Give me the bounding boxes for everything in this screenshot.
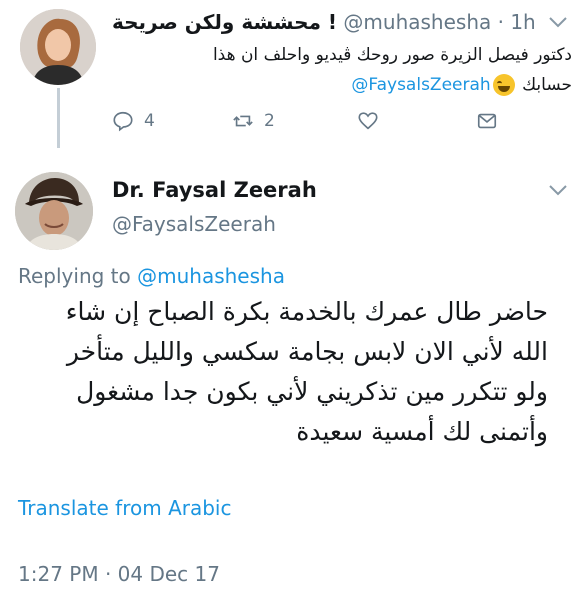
retweet-icon [233, 115, 253, 127]
main-text-line: وأتمنى لك أمسية سعيدة [296, 417, 548, 446]
man-portrait-icon [15, 172, 93, 250]
chevron-down-icon[interactable] [548, 180, 568, 201]
parent-text-line: حسابك @FaysalsZeerah [112, 70, 572, 100]
main-text-line: حاضر طال عمرك بالخدمة بكرة الصباح إن شاء [65, 297, 548, 326]
replying-mention-link[interactable]: @muhashesha [137, 264, 285, 288]
replying-prefix: Replying to [18, 264, 131, 288]
parent-text-word: حسابك [522, 75, 572, 95]
parent-handle[interactable]: @muhashesha [343, 10, 491, 34]
parent-action-bar: 4 2 [112, 110, 512, 138]
main-text-line: الله لأني الان لابس بجامة سكسي والليل مت… [66, 337, 548, 366]
main-display-name[interactable]: Dr. Faysal Zeerah [112, 178, 317, 202]
face-with-tears-of-joy-icon [492, 74, 515, 96]
envelope-icon [477, 113, 497, 129]
parent-tweet-text: دكتور فيصل الزيرة صور روحك ڤيديو واحلف ا… [112, 40, 572, 100]
parent-text-line: دكتور فيصل الزيرة صور روحك ڤيديو واحلف ا… [212, 45, 572, 65]
woman-portrait-icon [20, 9, 96, 85]
main-handle[interactable]: @FaysalsZeerah [112, 212, 276, 236]
tweet-timestamp: 1:27 PM · 04 Dec 17 [18, 562, 220, 586]
replying-to: Replying to @muhashesha [18, 264, 285, 288]
retweet-count: 2 [264, 111, 275, 131]
reply-count: 4 [144, 111, 155, 131]
heart-icon [358, 112, 378, 130]
main-tweet-text: حاضر طال عمرك بالخدمة بكرة الصباح إن شاء… [18, 292, 548, 452]
parent-avatar[interactable] [20, 9, 96, 85]
parent-tweet-header: محششة ولكن صريحة ! @muhashesha · 1h [112, 10, 536, 36]
reply-button[interactable]: 4 [112, 110, 155, 132]
parent-display-name[interactable]: محششة ولكن صريحة ! [112, 10, 337, 34]
chevron-down-icon[interactable] [548, 12, 568, 33]
translate-link[interactable]: Translate from Arabic [18, 496, 231, 520]
reply-icon [113, 111, 133, 132]
main-avatar[interactable] [15, 172, 93, 250]
parent-time[interactable]: · 1h [498, 10, 536, 34]
direct-message-button[interactable] [476, 110, 498, 132]
thread-connector-line [57, 88, 60, 148]
parent-mention-link[interactable]: @FaysalsZeerah [351, 75, 490, 95]
like-button[interactable] [357, 110, 379, 132]
main-text-line: ولو تتكرر مين تذكريني لأني بكون جدا مشغو… [76, 377, 548, 406]
retweet-button[interactable]: 2 [232, 110, 275, 132]
